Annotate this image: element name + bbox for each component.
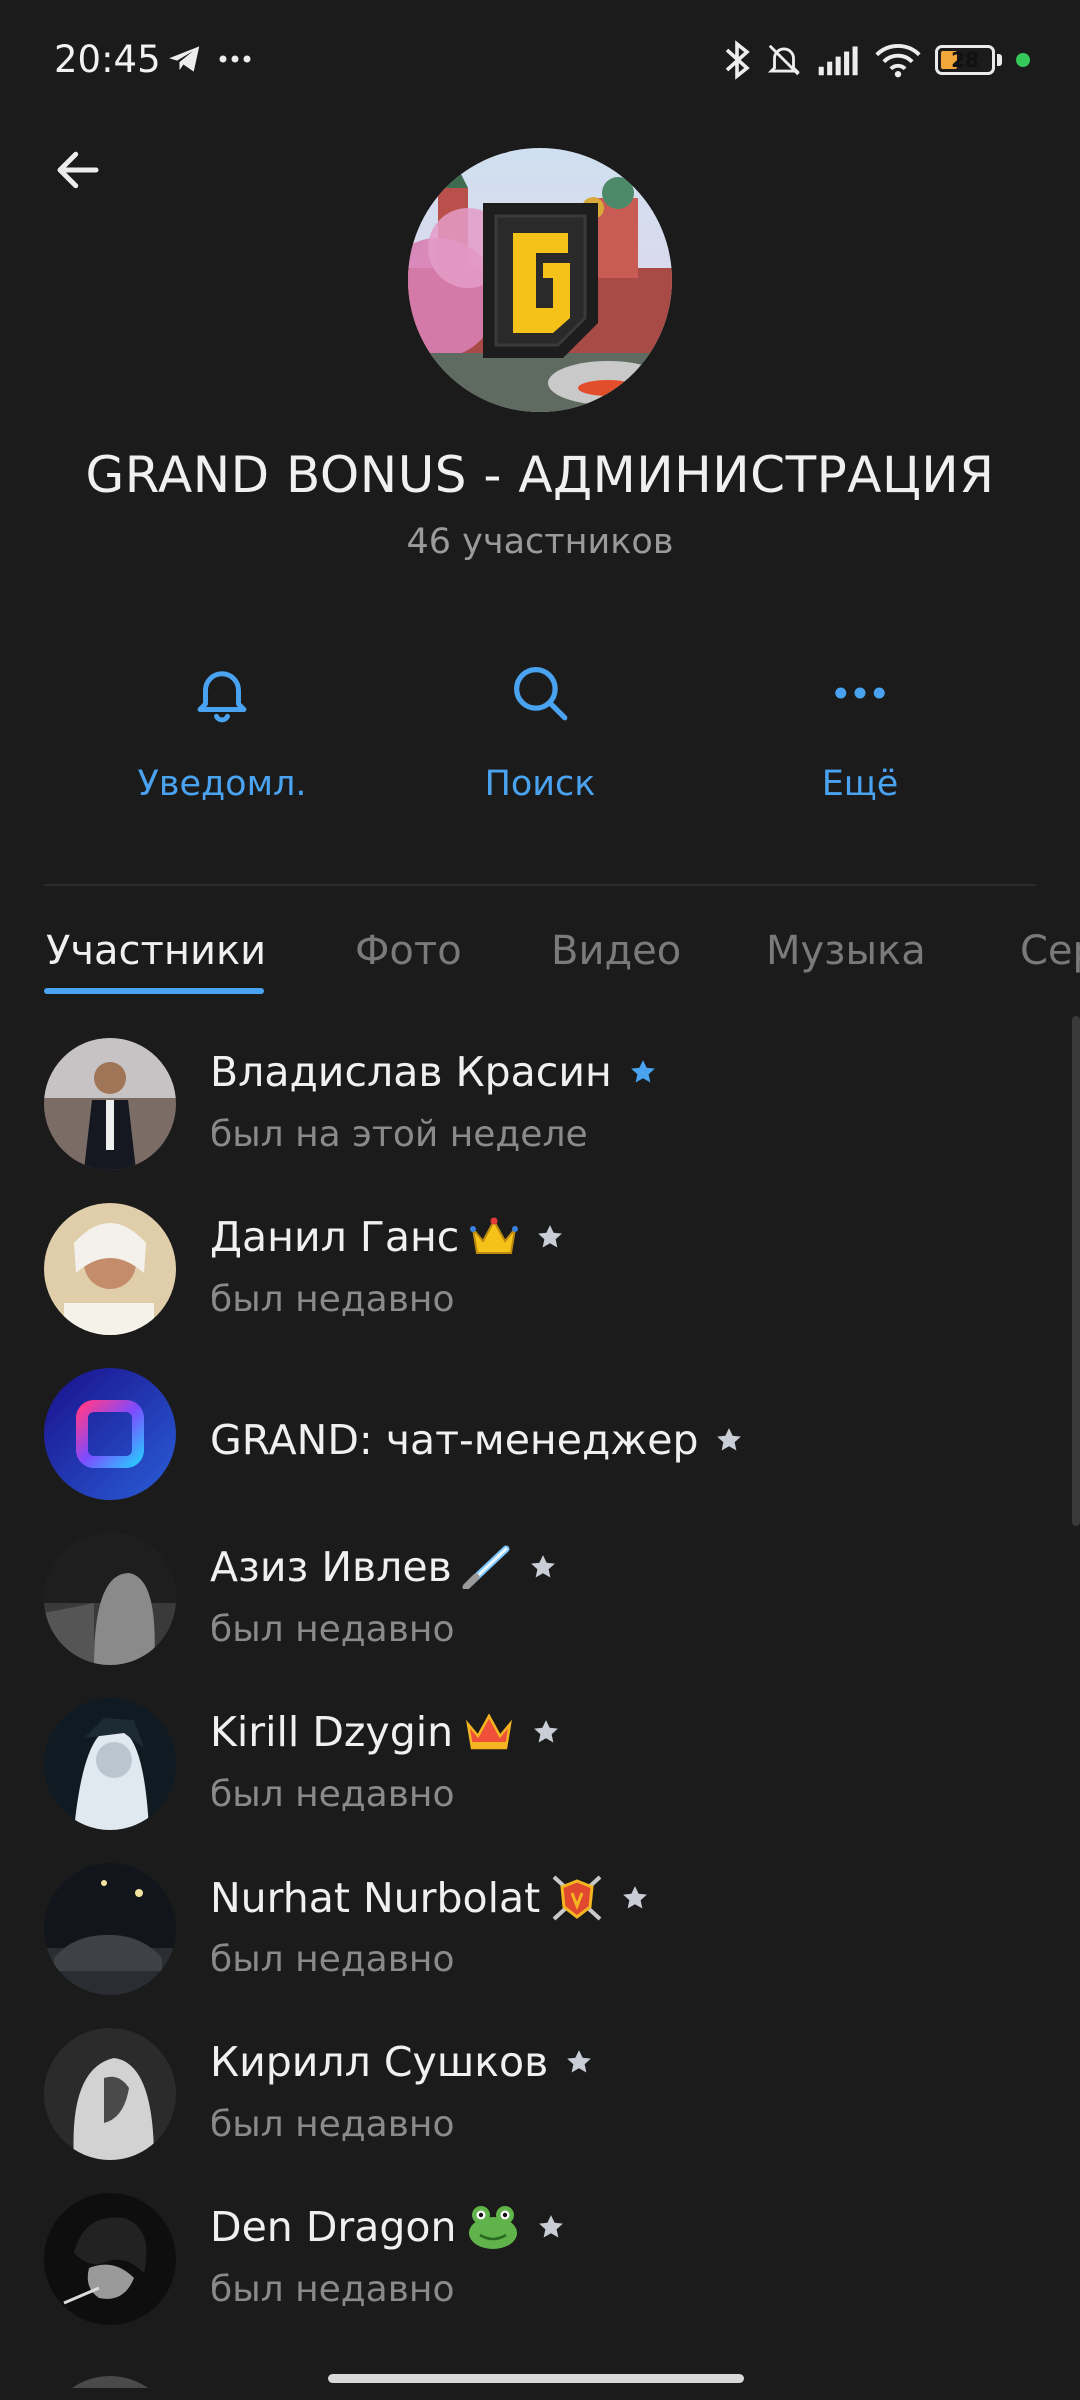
more-label: Ещё xyxy=(821,764,899,804)
member-name-row: Владислав Красин xyxy=(210,1048,658,1096)
star-icon xyxy=(717,1428,742,1451)
member-name-row: Азиз Ивлев xyxy=(210,1543,558,1591)
arrow-left-icon xyxy=(57,151,99,189)
tab-photo[interactable]: Фото xyxy=(355,928,462,974)
avatar xyxy=(44,2193,176,2325)
member-name-row: Данил Ганс xyxy=(210,1213,565,1261)
list-item[interactable]: Nurhat Nurbolat был недавно xyxy=(0,1853,1080,2018)
member-status: был недавно xyxy=(210,2269,455,2310)
frog-icon xyxy=(469,2206,518,2249)
telegram-icon xyxy=(169,46,200,72)
back-button[interactable] xyxy=(38,130,118,210)
member-name-row: Кирилл Сушков xyxy=(210,2038,594,2086)
battery-cap xyxy=(997,54,1002,66)
wifi-icon xyxy=(875,44,921,78)
bluetooth-icon xyxy=(725,40,750,80)
crown-gold-icon xyxy=(470,1217,519,1254)
lightsaber-icon xyxy=(462,1545,510,1589)
list-item[interactable]: Den Dragon был недавно xyxy=(0,2183,1080,2348)
member-status: был недавно xyxy=(210,1774,455,1815)
avatar xyxy=(44,1038,176,1170)
notifications-label: Уведомл. xyxy=(137,764,307,804)
avatar xyxy=(44,1863,176,1995)
member-name: Кирилл Сушков xyxy=(210,2038,549,2086)
tab-members[interactable]: Участники xyxy=(46,928,266,974)
tab-video[interactable]: Видео xyxy=(551,928,681,974)
status-icons: 28 xyxy=(723,36,1030,84)
member-name-row: Nurhat Nurbolat xyxy=(210,1873,650,1923)
member-name: GRAND: чат-менеджер xyxy=(210,1416,699,1464)
member-name: Владислав Красин xyxy=(210,1048,612,1096)
avatar xyxy=(44,2028,176,2160)
star-icon xyxy=(530,1555,555,1578)
avatar xyxy=(44,1203,176,1335)
status-bar: 20:45 28 xyxy=(0,0,1080,120)
avatar xyxy=(44,1533,176,1665)
list-item[interactable]: Азиз Ивлев был недавно xyxy=(0,1523,1080,1688)
crown-red-icon xyxy=(466,1713,513,1750)
home-indicator[interactable] xyxy=(328,2374,744,2383)
search-button[interactable]: Поиск xyxy=(390,660,690,804)
bell-icon xyxy=(197,671,247,723)
bell-muted-icon xyxy=(767,44,801,76)
member-status: был недавно xyxy=(210,1939,455,1980)
search-label: Поиск xyxy=(484,764,596,804)
member-name: Den Dragon xyxy=(210,2203,457,2251)
tab-music[interactable]: Музыка xyxy=(766,928,926,974)
star-icon xyxy=(534,1720,558,1743)
app-screen: 20:45 28 GRAND BONUS - АДМИНИСТРАЦИЯ 46 … xyxy=(0,0,1080,2400)
member-name-row: Den Dragon xyxy=(210,2203,566,2251)
battery-indicator: 28 xyxy=(935,45,995,75)
status-time: 20:45 xyxy=(54,38,161,81)
member-status: был на этой неделе xyxy=(210,1114,588,1155)
star-icon xyxy=(623,1886,648,1909)
star-icon xyxy=(630,1060,655,1083)
notifications-button[interactable]: Уведомл. xyxy=(72,660,372,804)
member-name: Kirill Dzygin xyxy=(210,1708,454,1756)
list-item[interactable]: Kirill Dzygin был недавно xyxy=(0,1688,1080,1853)
member-name: Азиз Ивлев xyxy=(210,1543,452,1591)
section-divider xyxy=(44,884,1036,886)
list-item[interactable]: GRAND: чат-менеджер xyxy=(0,1358,1080,1523)
media-tabs: Участники Фото Видео Музыка Сер xyxy=(44,920,1080,1000)
member-name: Nurhat Nurbolat xyxy=(210,1874,541,1922)
star-icon xyxy=(567,2050,592,2073)
member-name-row: GRAND: чат-менеджер xyxy=(210,1416,744,1464)
more-button[interactable]: Ещё xyxy=(710,660,1010,804)
privacy-indicator-dot xyxy=(1016,53,1030,67)
group-title: GRAND BONUS - АДМИНИСТРАЦИЯ xyxy=(85,446,995,504)
avatar xyxy=(44,1698,176,1830)
member-count: 46 участников xyxy=(406,522,674,562)
member-name: Данил Ганс xyxy=(210,1213,460,1261)
battery-percent: 28 xyxy=(951,48,979,72)
member-status: был недавно xyxy=(210,2104,455,2145)
list-item[interactable]: Данил Ганс был недавно xyxy=(0,1193,1080,1358)
star-icon xyxy=(539,2215,564,2238)
active-tab-indicator xyxy=(44,988,264,994)
avatar xyxy=(44,1368,176,1500)
member-name-row: Kirill Dzygin xyxy=(210,1708,561,1756)
group-logo-image xyxy=(408,148,672,412)
group-avatar[interactable] xyxy=(408,148,672,412)
member-status: был недавно xyxy=(210,1609,455,1650)
search-icon xyxy=(514,667,568,721)
shield-swords-icon xyxy=(552,1875,602,1921)
more-dots-icon xyxy=(835,687,885,699)
avatar xyxy=(44,2376,176,2388)
member-status: был недавно xyxy=(210,1279,455,1320)
signal-icon xyxy=(818,46,858,76)
star-icon xyxy=(538,1225,563,1248)
list-item[interactable]: Кирилл Сушков был недавно xyxy=(0,2018,1080,2183)
more-notifications-icon xyxy=(219,55,251,63)
tab-more[interactable]: Сер xyxy=(1020,928,1080,974)
list-item[interactable]: Владислав Красин был на этой неделе xyxy=(0,1028,1080,1193)
